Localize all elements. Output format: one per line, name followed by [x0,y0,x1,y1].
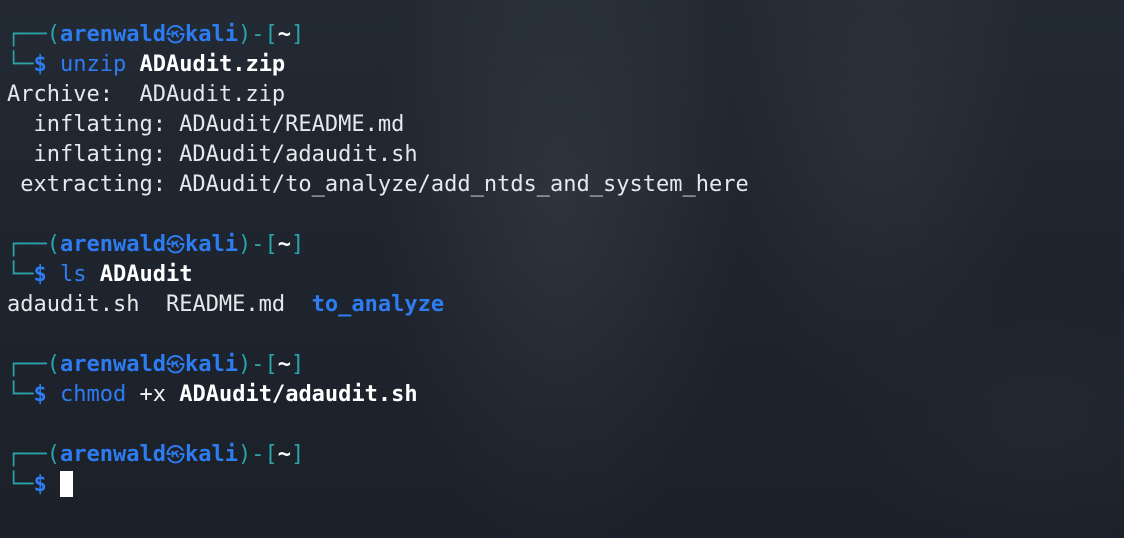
prompt-frame-bottom: └─ [7,52,34,77]
prompt-frame-open: ┌──( [7,352,60,377]
prompt-user: arenwald [59,442,166,467]
command-arg: ADAudit.zip [139,52,286,77]
prompt-dollar: $ [33,262,47,287]
command-arg: +x [139,382,166,407]
prompt-user: arenwald [59,232,166,257]
prompt-user: arenwald [59,22,166,47]
command-arg: ADAudit/adaudit.sh [179,382,418,407]
prompt-host: kali [184,22,238,47]
prompt-frame-close: ] [290,22,305,47]
prompt-frame-mid: )-[ [237,232,278,257]
command-name: chmod [60,382,127,407]
output-line: extracting: ADAudit/to_analyze/add_ntds_… [7,172,749,197]
output-line: inflating: ADAudit/adaudit.sh [7,142,418,167]
prompt-frame-close: ] [290,352,305,377]
prompt-cwd: ~ [277,442,291,467]
prompt-frame-open: ┌──( [7,232,60,257]
command-arg: ADAudit [99,262,193,287]
command-name: unzip [60,52,127,77]
prompt-at-symbol: ㉿ [165,354,185,376]
prompt-line-top: ┌──(arenwald㉿kali)-[~] [7,230,749,260]
prompt-host: kali [184,232,238,257]
ls-entry-file: README.md [165,292,286,317]
prompt-line-top: ┌──(arenwald㉿kali)-[~] [7,20,749,50]
prompt-line-top: ┌──(arenwald㉿kali)-[~] [7,350,749,380]
prompt-frame-bottom: └─ [7,262,34,287]
prompt-cwd: ~ [277,232,291,257]
prompt-frame-open: ┌──( [7,22,60,47]
prompt-cwd: ~ [277,352,291,377]
ls-entry-directory: to_analyze [311,292,445,317]
text-cursor[interactable] [60,470,73,497]
command-line: └─$ unzip ADAudit.zip [7,50,749,80]
prompt-frame-mid: )-[ [237,22,278,47]
prompt-at-symbol: ㉿ [165,234,185,256]
prompt-frame-close: ] [290,442,305,467]
prompt-cwd: ~ [277,22,291,47]
ls-entry-file: adaudit.sh [7,292,140,317]
terminal-window[interactable]: ┌──(arenwald㉿kali)-[~] └─$ unzip ADAudit… [0,0,1124,538]
prompt-host: kali [184,442,238,467]
prompt-dollar: $ [33,472,47,497]
prompt-frame-mid: )-[ [237,352,278,377]
prompt-frame-bottom: └─ [7,472,34,497]
active-command-line[interactable]: └─$ [7,470,749,500]
prompt-frame-close: ] [290,232,305,257]
terminal-output: ┌──(arenwald㉿kali)-[~] └─$ unzip ADAudit… [7,20,749,500]
prompt-user: arenwald [59,352,166,377]
command-line: └─$ chmod +x ADAudit/adaudit.sh [7,380,749,410]
prompt-at-symbol: ㉿ [165,24,185,46]
prompt-frame-mid: )-[ [237,442,278,467]
prompt-dollar: $ [33,52,47,77]
prompt-frame-bottom: └─ [7,382,34,407]
prompt-at-symbol: ㉿ [165,444,185,466]
prompt-dollar: $ [33,382,47,407]
command-name: ls [60,262,87,287]
command-line: └─$ ls ADAudit [7,260,749,290]
prompt-host: kali [184,352,238,377]
prompt-frame-open: ┌──( [7,442,60,467]
ls-output-line: adaudit.sh README.md to_analyze [7,290,749,320]
prompt-line-top: ┌──(arenwald㉿kali)-[~] [7,440,749,470]
output-line: Archive: ADAudit.zip [7,82,286,107]
output-line: inflating: ADAudit/README.md [7,112,405,137]
